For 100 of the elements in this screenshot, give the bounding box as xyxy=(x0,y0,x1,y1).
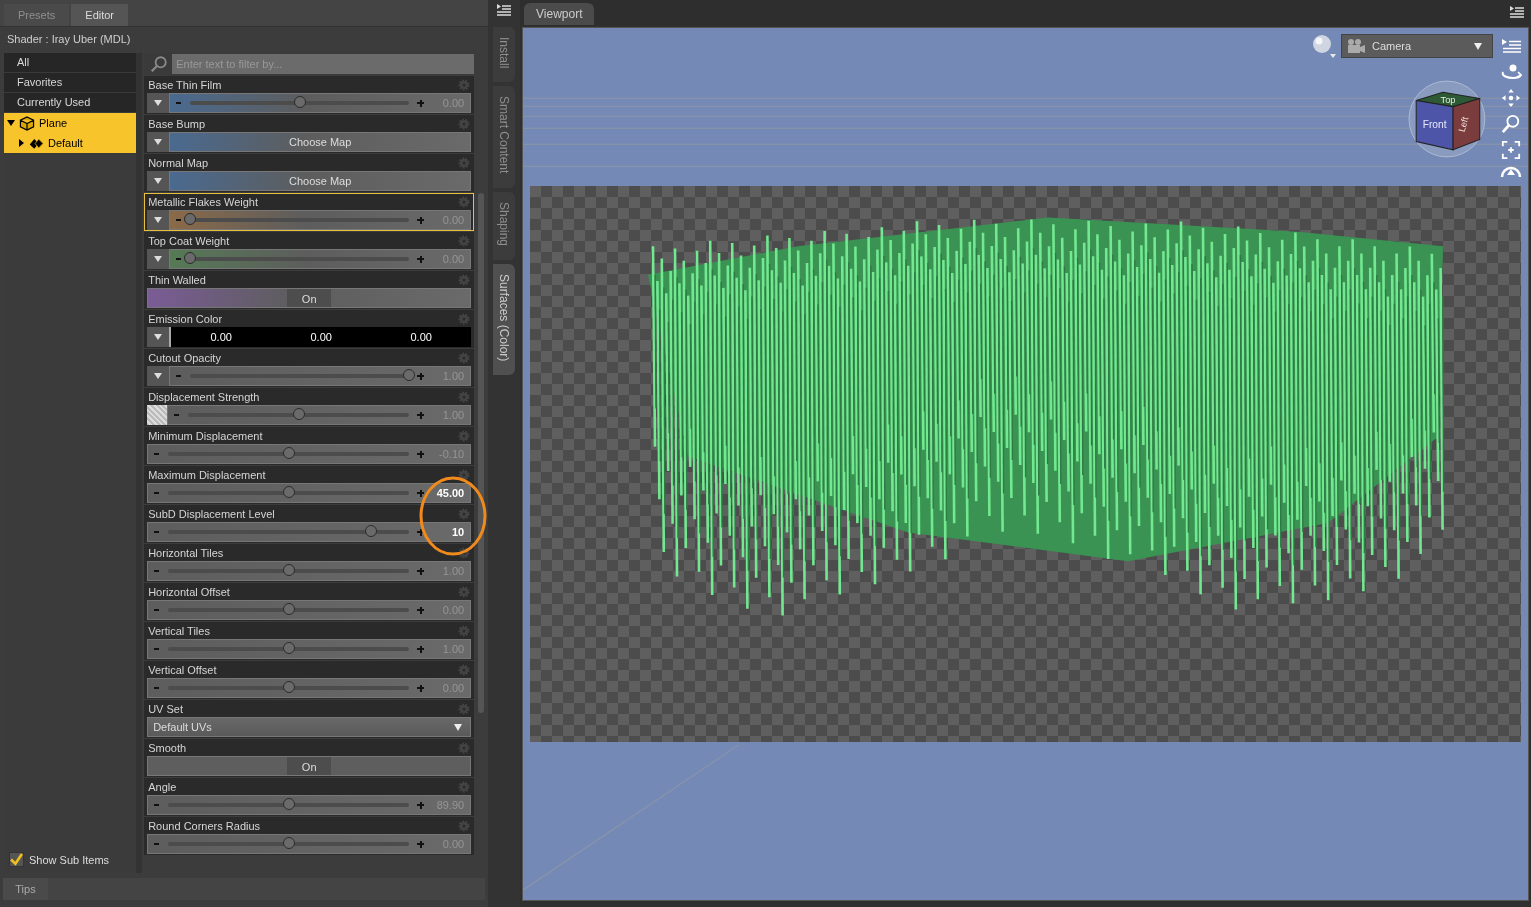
property-row[interactable]: Base Bump Choose Map xyxy=(144,115,475,153)
gear-icon[interactable] xyxy=(458,469,471,481)
3d-viewport[interactable]: Camera Top Front Left xyxy=(522,27,1529,901)
panel-tab[interactable]: Presets xyxy=(4,4,70,26)
tree-item[interactable]: Default xyxy=(4,133,137,153)
plus-icon[interactable] xyxy=(417,372,425,380)
minus-icon[interactable] xyxy=(154,804,160,806)
show-sub-items-checkbox[interactable]: Show Sub Items xyxy=(4,852,137,873)
slider-thumb[interactable] xyxy=(282,564,295,576)
frame-icon[interactable] xyxy=(1500,140,1522,160)
slider-thumb[interactable] xyxy=(282,837,295,849)
plus-icon[interactable] xyxy=(417,567,425,575)
slider-thumb[interactable] xyxy=(292,408,305,420)
camera-dropdown[interactable]: Camera xyxy=(1341,34,1493,58)
menu-arrow-button[interactable] xyxy=(147,171,170,191)
property-row[interactable]: UV Set Default UVs xyxy=(144,700,475,738)
reset-view-icon[interactable] xyxy=(1500,166,1522,177)
slider-thumb[interactable] xyxy=(184,213,197,225)
group-item[interactable]: Currently Used xyxy=(4,93,137,113)
toggle-on-button[interactable]: On xyxy=(287,757,332,775)
plus-icon[interactable] xyxy=(417,450,425,458)
minus-icon[interactable] xyxy=(154,843,160,845)
side-tab[interactable]: Shaping xyxy=(493,191,515,260)
minus-icon[interactable] xyxy=(154,609,160,611)
gear-icon[interactable] xyxy=(458,547,471,559)
group-item[interactable]: Favorites xyxy=(4,73,137,93)
plus-icon[interactable] xyxy=(417,489,425,497)
expand-arrow-icon[interactable] xyxy=(19,139,24,147)
minus-icon[interactable] xyxy=(154,687,160,689)
slider-thumb[interactable] xyxy=(282,603,295,615)
side-tab[interactable]: Smart Content xyxy=(493,86,515,188)
side-tab[interactable]: Install xyxy=(493,27,515,83)
plus-icon[interactable] xyxy=(417,801,425,809)
search-icon[interactable] xyxy=(150,55,169,73)
minus-icon[interactable] xyxy=(176,219,182,221)
property-row[interactable]: SubD Displacement Level 10 xyxy=(144,505,475,543)
toggle-control[interactable]: On xyxy=(147,756,472,776)
minus-icon[interactable] xyxy=(154,570,160,572)
side-tab[interactable]: Surfaces (Color) xyxy=(493,263,515,376)
slider-value[interactable]: 10 xyxy=(424,526,465,538)
viewport-tab[interactable]: Viewport xyxy=(524,3,595,25)
menu-arrow-button[interactable] xyxy=(147,366,170,386)
panel-tab[interactable]: Editor xyxy=(71,4,129,26)
property-row[interactable]: Maximum Displacement 45.00 xyxy=(144,466,475,504)
choose-map-button[interactable]: Choose Map xyxy=(169,132,472,152)
property-row[interactable]: Normal Map Choose Map xyxy=(144,154,475,192)
minus-icon[interactable] xyxy=(176,375,182,377)
menu-arrow-button[interactable] xyxy=(147,327,170,347)
menu-arrow-button[interactable] xyxy=(147,132,170,152)
plus-icon[interactable] xyxy=(417,411,425,419)
panel-menu-icon[interactable] xyxy=(1509,5,1525,19)
viewport-menu-icon[interactable] xyxy=(1500,36,1522,56)
color-field[interactable]: 0.00 0.00 0.00 xyxy=(169,327,472,347)
minus-icon[interactable] xyxy=(176,258,182,260)
minus-icon[interactable] xyxy=(154,648,160,650)
plus-icon[interactable] xyxy=(417,645,425,653)
menu-arrow-button[interactable] xyxy=(147,93,170,113)
slider-thumb[interactable] xyxy=(403,369,416,381)
scrollbar[interactable] xyxy=(478,193,484,713)
panel-menu-icon[interactable] xyxy=(496,3,512,17)
choose-map-button[interactable]: Choose Map xyxy=(169,171,472,191)
zoom-icon[interactable] xyxy=(1500,114,1522,134)
slider-thumb[interactable] xyxy=(282,642,295,654)
group-item[interactable]: All xyxy=(4,53,137,73)
slider-thumb[interactable] xyxy=(282,486,295,498)
slider-thumb[interactable] xyxy=(184,252,197,264)
menu-arrow-button[interactable] xyxy=(147,210,170,230)
orbit-icon[interactable] xyxy=(1500,62,1522,82)
uv-set-dropdown[interactable]: Default UVs xyxy=(147,717,472,737)
minus-icon[interactable] xyxy=(154,492,160,494)
property-row[interactable]: Thin Walled On xyxy=(144,271,475,309)
plus-icon[interactable] xyxy=(417,216,425,224)
menu-arrow-button[interactable] xyxy=(147,249,170,269)
pan-arrows-icon[interactable] xyxy=(1500,88,1522,108)
slider-thumb[interactable] xyxy=(293,96,306,108)
tree-item[interactable]: Plane xyxy=(4,113,137,133)
property-row[interactable]: Emission Color 0.00 0.00 0.00 xyxy=(144,310,475,348)
toggle-on-button[interactable]: On xyxy=(287,289,332,307)
tips-tab[interactable]: Tips xyxy=(3,878,48,900)
slider-control[interactable]: 45.00 xyxy=(147,483,472,503)
plus-icon[interactable] xyxy=(417,840,425,848)
plus-icon[interactable] xyxy=(417,255,425,263)
minus-icon[interactable] xyxy=(174,414,180,416)
plus-icon[interactable] xyxy=(417,99,425,107)
minus-icon[interactable] xyxy=(176,102,182,104)
slider-thumb[interactable] xyxy=(282,798,295,810)
property-row[interactable]: Smooth On xyxy=(144,739,475,777)
texture-thumbnail[interactable] xyxy=(147,405,168,425)
slider-value[interactable]: 45.00 xyxy=(424,487,465,499)
minus-icon[interactable] xyxy=(154,453,160,455)
slider-thumb[interactable] xyxy=(282,447,295,459)
toggle-control[interactable]: On xyxy=(147,288,472,308)
plus-icon[interactable] xyxy=(417,684,425,692)
slider-thumb[interactable] xyxy=(364,525,377,537)
plus-icon[interactable] xyxy=(417,606,425,614)
slider-thumb[interactable] xyxy=(282,681,295,693)
minus-icon[interactable] xyxy=(154,531,160,533)
draw-style-sphere-icon[interactable] xyxy=(1311,33,1337,59)
plus-icon[interactable] xyxy=(417,528,425,536)
slider-control[interactable]: 10 xyxy=(147,522,472,542)
